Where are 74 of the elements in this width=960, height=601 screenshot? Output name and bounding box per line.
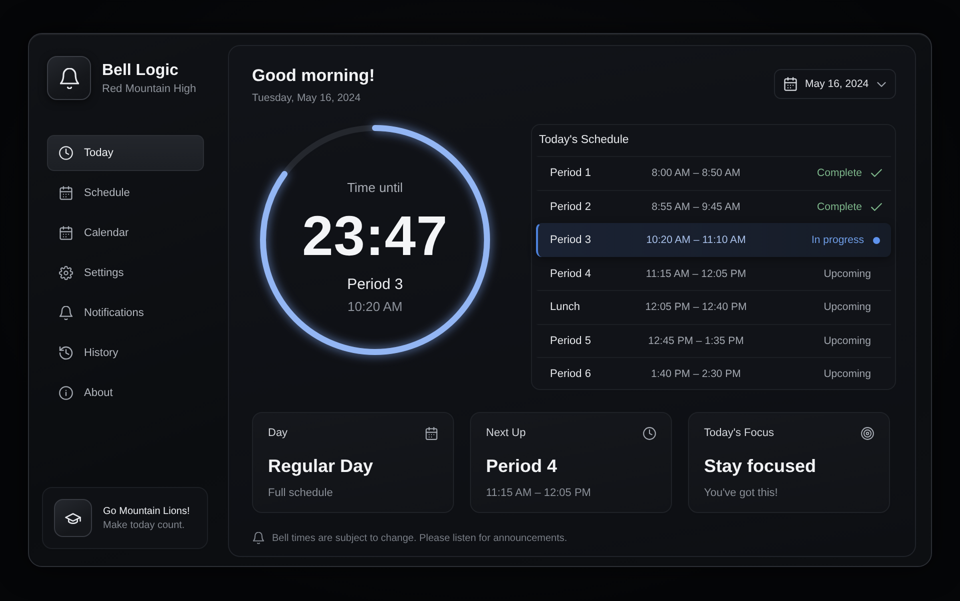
date-subtitle: Tuesday, May 16, 2024 (252, 91, 362, 105)
card-subtitle: 11:15 AM – 12:05 PM (486, 486, 592, 500)
period-name: Period 3 (550, 234, 592, 246)
period-time: 11:15 AM – 12:05 PM (644, 268, 748, 280)
schedule-title: Today's Schedule (538, 133, 630, 148)
period-time: 10:20 AM – 11:10 AM (645, 234, 747, 246)
period-status: Upcoming (824, 368, 871, 380)
clock-icon (643, 426, 656, 440)
schedule-row[interactable]: Period 5 12:45 PM – 1:35 PM Upcoming (536, 324, 891, 357)
period-name: Period 1 (550, 167, 592, 180)
calendar-icon (784, 77, 797, 91)
period-status: In progress (811, 234, 864, 246)
card-value: Stay focused (704, 455, 818, 477)
countdown-label: Time until (347, 180, 403, 196)
graduation-cap-icon (54, 499, 92, 537)
nav-item[interactable]: About (47, 375, 204, 411)
status-dot-icon (873, 236, 880, 244)
motivation-subtitle: Make today count. (103, 518, 186, 532)
period-name: Period 2 (550, 200, 592, 213)
period-status: Complete (817, 200, 862, 213)
info-icon (59, 386, 73, 400)
period-name: Period 5 (550, 334, 592, 347)
period-name: Period 6 (550, 368, 592, 380)
card-label: Today's Focus (704, 427, 774, 439)
bell-icon (59, 306, 73, 320)
schedule-row[interactable]: Period 4 11:15 AM – 12:05 PM Upcoming (536, 256, 891, 290)
schedule-row[interactable]: Period 6 1:40 PM – 2:30 PM Upcoming (536, 357, 891, 390)
card-value: Period 4 (486, 455, 558, 477)
clock-icon (59, 146, 73, 160)
gear-icon (59, 266, 73, 280)
nav-item[interactable]: Notifications (47, 295, 204, 331)
check-icon (871, 202, 882, 211)
period-status: Upcoming (824, 301, 871, 314)
period-status: Complete (817, 167, 862, 180)
history-icon (59, 346, 73, 360)
period-time: 12:05 PM – 12:40 PM (644, 301, 748, 314)
nav-item[interactable]: Calendar (47, 215, 204, 251)
schedule-row[interactable]: Period 1 8:00 AM – 8:50 AM Complete (536, 156, 891, 190)
period-time: 12:45 PM – 1:35 PM (647, 334, 745, 347)
bell-icon (253, 532, 264, 544)
schedule-row[interactable]: Period 3 10:20 AM – 11:10 AM In progress (536, 223, 891, 256)
period-status: Upcoming (824, 334, 871, 347)
card-label: Day (268, 427, 288, 439)
period-name: Lunch (550, 301, 581, 314)
period-time: 8:55 AM – 9:45 AM (650, 200, 742, 213)
countdown-time: 23:47 (302, 206, 448, 266)
period-start-time: 10:20 AM (348, 299, 402, 315)
schedule-row[interactable]: Lunch 12:05 PM – 12:40 PM Upcoming (536, 290, 891, 324)
calendar-icon (59, 226, 73, 240)
notice-text: Bell times are subject to change. Please listen for announcements. (272, 532, 568, 544)
nav-item[interactable]: Settings (47, 255, 204, 291)
card-label: Next Up (486, 427, 526, 439)
school-name: Red Mountain High (102, 82, 196, 96)
calendar-icon (425, 426, 438, 440)
period-time: 1:40 PM – 2:30 PM (650, 368, 742, 380)
bell-logo-icon (47, 56, 91, 100)
nav-item[interactable]: History (47, 335, 204, 371)
period-time: 8:00 AM – 8:50 AM (650, 167, 742, 180)
calendar-icon (59, 186, 73, 200)
card-subtitle: You've got this! (704, 486, 779, 500)
date-picker[interactable]: May 16, 2024 (774, 69, 896, 99)
check-icon (871, 169, 882, 178)
period-name: Period 4 (550, 268, 592, 280)
motivation-title: Go Mountain Lions! (103, 504, 190, 518)
card-value: Regular Day (268, 455, 374, 477)
period-status: Upcoming (824, 268, 871, 280)
nav-item[interactable]: Today (47, 135, 204, 171)
chevron-down-icon (876, 82, 886, 86)
period-name: Period 3 (347, 276, 403, 294)
card-subtitle: Full schedule (268, 486, 334, 500)
target-icon (861, 426, 874, 440)
app-title: Bell Logic (102, 60, 180, 80)
nav-item[interactable]: Schedule (47, 175, 204, 211)
greeting-title: Good morning! (252, 65, 375, 87)
